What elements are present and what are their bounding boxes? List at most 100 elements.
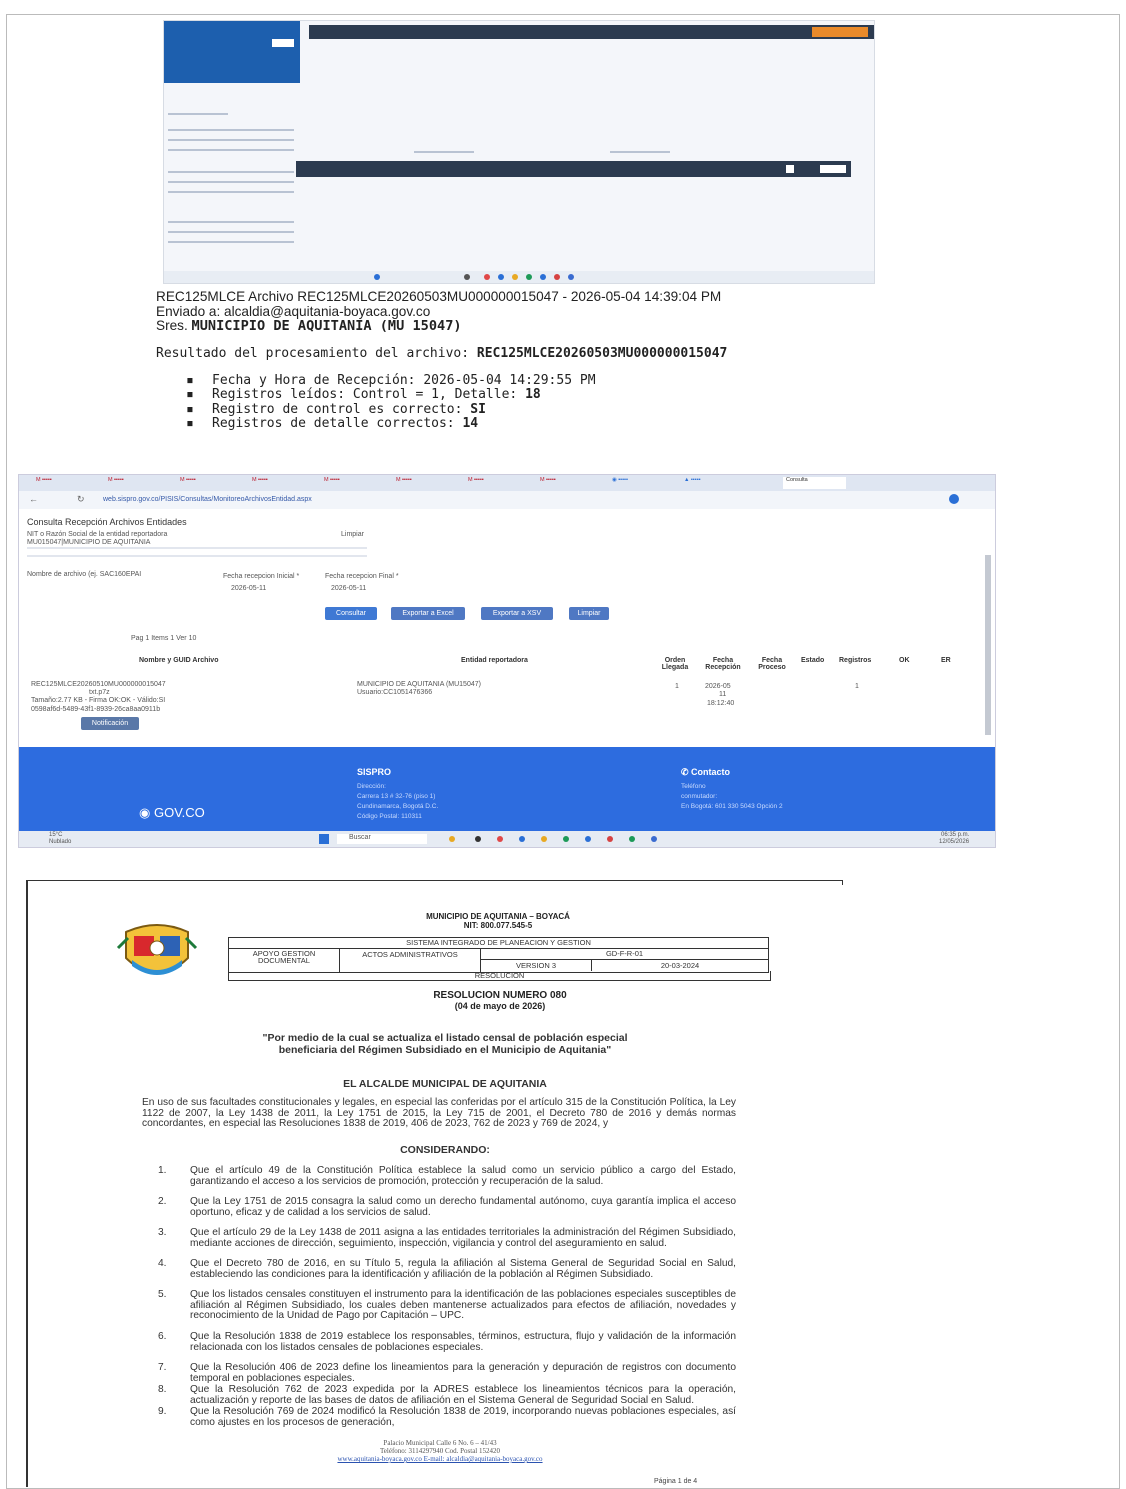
footer-city: Cundinamarca, Bogotá D.C.: [357, 803, 439, 810]
row-file-ext: txt.p7z: [89, 689, 110, 696]
browser-tab[interactable]: ◉ ▪▪▪▪▪: [609, 477, 672, 489]
taskbar-icon[interactable]: [475, 836, 481, 842]
screenshot-line: [168, 139, 294, 141]
doc-header: MUNICIPIO DE AQUITANIA – BOYACÁ NIT: 800…: [388, 912, 608, 930]
row-file: REC125MLCE20260510MU000000015047: [31, 681, 166, 688]
row-order: 1: [675, 683, 679, 690]
cell-date: 20-03-2024: [660, 961, 700, 970]
taskbar-icon[interactable]: [449, 836, 455, 842]
fecha-inicial-input[interactable]: 2026-05-11: [231, 585, 266, 592]
email-caption: REC125MLCE Archivo REC125MLCE20260503MU0…: [156, 289, 876, 334]
browser-tab[interactable]: M ▪▪▪▪▪: [321, 477, 384, 489]
footer-dir-value: Carrera 13 # 32-76 (piso 1): [357, 793, 436, 800]
row-size: Tamaño:2.77 KB - Firma OK:OK - Válido:SI: [31, 697, 166, 704]
fecha-final-input[interactable]: 2026-05-11: [331, 585, 366, 592]
row-time: 18:12:40: [707, 700, 735, 707]
limpiar-button[interactable]: Limpiar: [569, 607, 609, 620]
reload-icon[interactable]: ↻: [77, 494, 85, 505]
taskbar-search[interactable]: Buscar: [337, 834, 427, 844]
taskbar-icon[interactable]: [563, 836, 569, 842]
considerando-item: 7. Que la Resolución 406 de 2023 define l…: [158, 1362, 736, 1384]
export-excel-button[interactable]: Exportar a Excel: [391, 607, 465, 620]
taskbar-icon[interactable]: [519, 836, 525, 842]
limpiar-link[interactable]: Limpiar: [341, 531, 364, 538]
browser-tab[interactable]: M ▪▪▪▪▪: [105, 477, 168, 489]
export-xsv-button[interactable]: Exportar a XSV: [481, 607, 553, 620]
browser-tab[interactable]: M ▪▪▪▪▪: [537, 477, 600, 489]
taskbar-icon[interactable]: [629, 836, 635, 842]
screenshot-line: [168, 129, 294, 131]
cell-sistema: SISTEMA INTEGRADO DE PLANEACION Y GESTIO…: [229, 938, 768, 949]
consultar-button[interactable]: Consultar: [325, 607, 377, 620]
footer-dir-label: Dirección:: [357, 783, 386, 790]
taskbar-icon: [374, 274, 380, 280]
footer-contacto: ✆ Contacto: [681, 767, 731, 777]
screenshot-line: [168, 241, 294, 243]
taskbar-icon[interactable]: [651, 836, 657, 842]
taskbar-icon: [512, 274, 518, 280]
back-icon[interactable]: ←: [29, 494, 38, 504]
doc-footer-web[interactable]: www.aquitania-boyaca.gov.co E-mail: alca…: [230, 1455, 650, 1463]
browser-tab[interactable]: M ▪▪▪▪▪: [33, 477, 96, 489]
screenshot-line: [168, 149, 294, 151]
col-registros: Registros: [839, 657, 872, 664]
screenshot-line: [168, 113, 228, 115]
browser-tab[interactable]: ▲ ▪▪▪▪▪: [681, 477, 744, 489]
considerando-item: 9. Que la Resolución 769 de 2024 modificó…: [158, 1406, 736, 1428]
intro-paragraph: En uso de sus facultades constitucionale…: [142, 1097, 736, 1129]
browser-tab[interactable]: M ▪▪▪▪▪: [249, 477, 312, 489]
col-orden: Orden Llegada: [661, 657, 689, 671]
screenshot-line: [168, 221, 294, 223]
scrollbar[interactable]: [985, 555, 991, 735]
browser-tab[interactable]: M ▪▪▪▪▪: [465, 477, 528, 489]
row-date-day: 11: [719, 691, 727, 698]
screenshot-line: [610, 151, 670, 153]
browser-tabs: M ▪▪▪▪▪ M ▪▪▪▪▪ M ▪▪▪▪▪ M ▪▪▪▪▪ M ▪▪▪▪▪ …: [19, 475, 995, 491]
nit-value: MU015047|MUNICIPIO DE AQUITANIA: [27, 539, 151, 546]
email-screenshot: [163, 20, 875, 284]
pager[interactable]: Pag 1 Items 1 Ver 10: [131, 635, 196, 642]
page-title: Consulta Recepción Archivos Entidades: [27, 517, 187, 527]
taskbar-icon: [568, 274, 574, 280]
row-user: Usuario:CC1051476366: [357, 689, 433, 696]
clock-time: 06:35 p.m.: [941, 832, 970, 838]
row-guid: 0598af6d-5489-43f1-8939-26ca8aa0911b: [31, 706, 161, 713]
taskbar-icon: [540, 274, 546, 280]
considerando-item: 2. Que la Ley 1751 de 2015 consagra la sa…: [158, 1196, 736, 1218]
taskbar-icon[interactable]: [497, 836, 503, 842]
cell-version: VERSION 3: [481, 960, 592, 971]
browser-tab[interactable]: M ▪▪▪▪▪: [393, 477, 456, 489]
screenshot-line: [168, 191, 294, 193]
row-date: 2026-05: [705, 683, 731, 690]
taskbar-icon[interactable]: [585, 836, 591, 842]
doc-nit: NIT: 800.077.545-5: [463, 921, 533, 930]
considerando-item: 6. Que la Resolución 1838 de 2019 estable…: [158, 1331, 736, 1353]
caption-subject: REC125MLCE Archivo REC125MLCE20260503MU0…: [156, 289, 722, 304]
footer-postal: Código Postal: 110311: [357, 813, 422, 820]
footer-sispro: SISPRO: [357, 767, 392, 777]
hint-line: [27, 547, 367, 549]
caption-sent-to: Enviado a: alcaldia@aquitania-boyaca.gov…: [156, 303, 431, 319]
taskbar-icon: [554, 274, 560, 280]
caption-sres-label: Sres.: [156, 318, 188, 333]
doc-footer-phone: Teléfono: 3114297940 Cod. Postal 152420: [380, 1447, 500, 1455]
screenshot-taskbar: [164, 271, 874, 283]
windows-start-icon[interactable]: [319, 834, 329, 844]
taskbar-icon[interactable]: [541, 836, 547, 842]
result-label: Resultado del procesamiento del archivo:: [156, 346, 470, 361]
alcalde-heading: EL ALCALDE MUNICIPAL DE AQUITANIA: [343, 1078, 547, 1090]
doc-footer: Palacio Municipal Calle 6 No. 6 – 41/43 …: [230, 1439, 650, 1463]
profile-icon[interactable]: [949, 494, 959, 504]
notificacion-button[interactable]: Notificación: [81, 717, 139, 730]
address-bar[interactable]: ← ↻ web.sispro.gov.co/PISIS/Consultas/Mo…: [19, 491, 995, 509]
taskbar-icon[interactable]: [607, 836, 613, 842]
bullet-item: ▪ Registros de detalle correctos: 14: [186, 416, 479, 432]
screenshot-line: [168, 181, 294, 183]
considerando-heading: CONSIDERANDO:: [400, 1144, 490, 1156]
tab-consulta[interactable]: Consulta: [783, 477, 846, 489]
weather-temp: 15°C: [49, 832, 63, 838]
browser-tab[interactable]: M ▪▪▪▪▪: [177, 477, 240, 489]
col-ok: OK: [899, 657, 910, 664]
footer-bogota: En Bogotá: 601 330 5043 Opción 2: [681, 803, 783, 810]
screenshot-field: [820, 165, 846, 173]
